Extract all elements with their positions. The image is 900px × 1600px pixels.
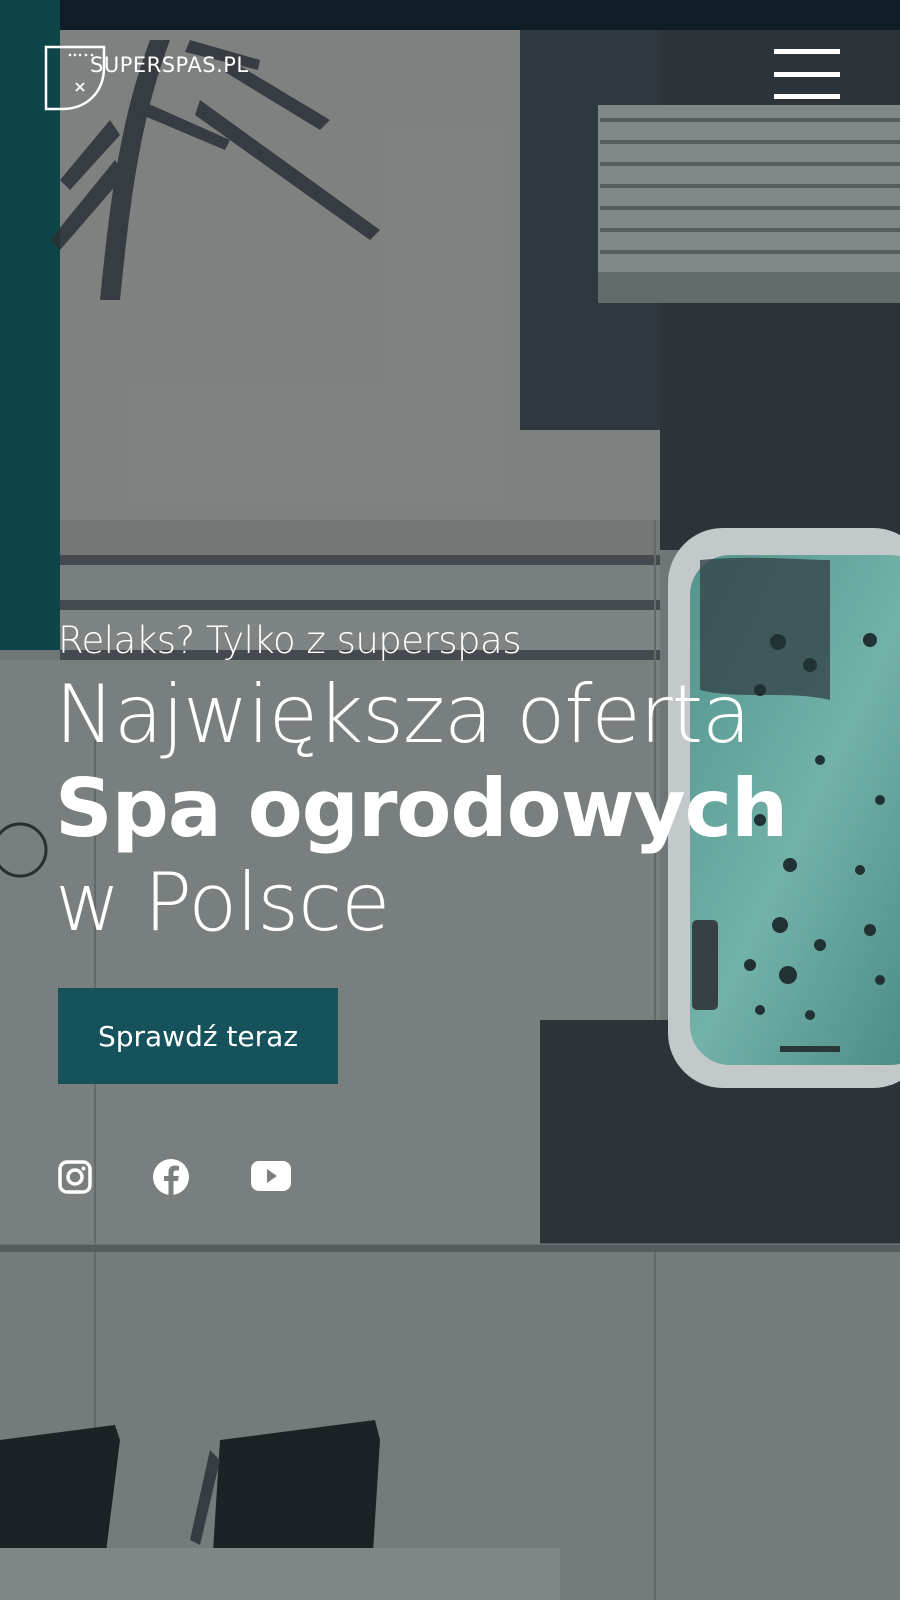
hamburger-line-middle — [774, 71, 840, 77]
hamburger-menu-button[interactable] — [774, 49, 840, 99]
headline-line-2: Spa ogrodowych — [55, 762, 788, 855]
hamburger-line-bottom — [774, 94, 840, 99]
brand-name: SUPERSPAS.PL — [90, 53, 249, 77]
facebook-icon — [153, 1159, 189, 1195]
hero-headline: Największa oferta Spa ogrodowych w Polsc… — [55, 668, 788, 950]
youtube-link[interactable] — [251, 1161, 291, 1191]
facebook-link[interactable] — [152, 1158, 190, 1196]
youtube-icon — [251, 1161, 291, 1191]
instagram-icon — [58, 1160, 92, 1194]
headline-line-3: w Polsce — [55, 856, 390, 949]
hero-tagline: Relaks? Tylko z superspas — [58, 619, 521, 662]
hamburger-line-top — [774, 49, 840, 54]
instagram-link[interactable] — [58, 1160, 92, 1194]
check-now-button[interactable]: Sprawdź teraz — [58, 988, 338, 1084]
headline-line-1: Największa oferta — [55, 668, 751, 761]
site-logo[interactable]: SUPERSPAS.PL — [42, 45, 249, 111]
